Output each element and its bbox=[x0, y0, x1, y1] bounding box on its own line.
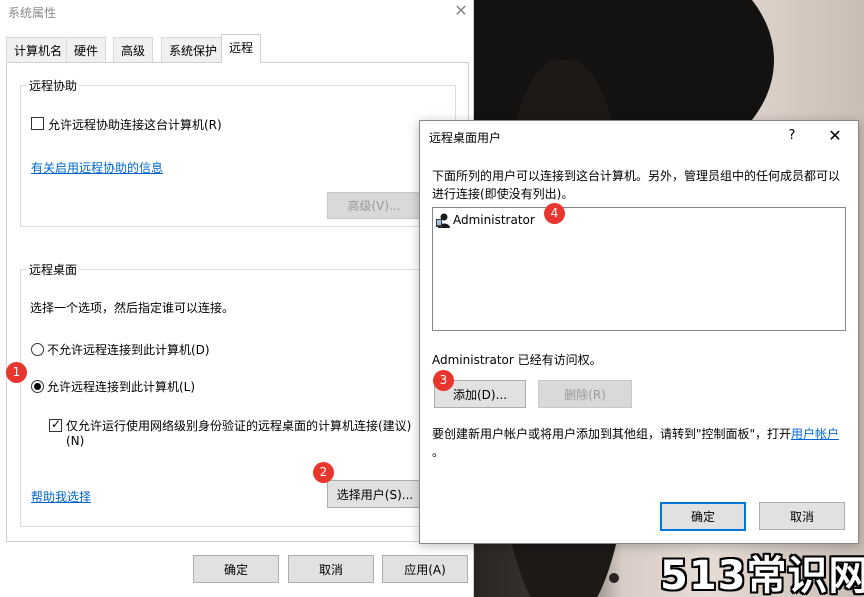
remote-assistance-label: 远程协助 bbox=[27, 77, 80, 94]
photo-detail bbox=[609, 573, 619, 583]
dialog-description: 下面所列的用户可以连接到这台计算机。另外，管理员组中的任何成员都可以进行连接(即… bbox=[432, 169, 841, 201]
deny-remote-label[interactable]: 不允许远程连接到此计算机(D) bbox=[47, 341, 210, 358]
advanced-button[interactable]: 高级(V)... bbox=[327, 192, 421, 219]
annotation-badge-4: 4 bbox=[544, 203, 565, 224]
dialog-cancel-button[interactable]: 取消 bbox=[759, 502, 845, 530]
apply-button[interactable]: 应用(A) bbox=[382, 555, 468, 583]
dialog-ok-button[interactable]: 确定 bbox=[660, 502, 746, 531]
remove-button[interactable]: 删除(R) bbox=[538, 380, 632, 408]
user-list[interactable]: Administrator bbox=[432, 207, 846, 331]
watermark: 513常识网 bbox=[660, 553, 864, 597]
help-icon[interactable]: ? bbox=[782, 126, 802, 146]
tab-remote[interactable]: 远程 bbox=[221, 34, 262, 63]
system-properties-window: 系统属性 ✕ 计算机名 硬件 高级 系统保护 远程 远程协助 允许远程协助连接这… bbox=[0, 0, 474, 597]
remote-desktop-label: 远程桌面 bbox=[27, 261, 80, 278]
control-panel-note: 要创建新用户帐户或将用户添加到其他组，请转到"控制面板"，打开用户帐户。 bbox=[432, 425, 848, 461]
ok-button[interactable]: 确定 bbox=[193, 555, 279, 583]
annotation-badge-3: 3 bbox=[433, 370, 454, 391]
note-text: 要创建新用户帐户或将用户添加到其他组，请转到"控制面板"，打开 bbox=[432, 427, 792, 441]
cancel-button[interactable]: 取消 bbox=[288, 555, 374, 583]
remote-tab-panel: 远程协助 允许远程协助连接这台计算机(R) 有关启用远程协助的信息 高级(V).… bbox=[6, 62, 469, 542]
user-accounts-link[interactable]: 用户帐户 bbox=[791, 427, 839, 441]
select-users-button[interactable]: 选择用户(S)... bbox=[327, 480, 423, 508]
allow-remote-radio[interactable] bbox=[31, 380, 44, 393]
nla-label-line1[interactable]: 仅允许运行使用网络级别身份验证的远程桌面的计算机连接(建议) bbox=[66, 417, 411, 434]
tab-hardware[interactable]: 硬件 bbox=[66, 37, 107, 62]
annotation-badge-1: 1 bbox=[6, 362, 27, 383]
allow-remote-assistance-label[interactable]: 允许远程协助连接这台计算机(R) bbox=[48, 116, 222, 133]
tab-computer-name[interactable]: 计算机名 bbox=[6, 37, 71, 62]
access-note: Administrator 已经有访问权。 bbox=[432, 353, 602, 367]
annotation-badge-2: 2 bbox=[313, 462, 334, 483]
remote-assistance-info-link[interactable]: 有关启用远程协助的信息 bbox=[31, 159, 163, 176]
remote-desktop-instruction: 选择一个选项，然后指定谁可以连接。 bbox=[30, 301, 235, 315]
nla-label-line2[interactable]: (N) bbox=[66, 434, 84, 448]
remote-desktop-users-dialog: 远程桌面用户 ? ✕ 下面所列的用户可以连接到这台计算机。另外，管理员组中的任何… bbox=[419, 120, 859, 544]
note-end: 。 bbox=[432, 445, 445, 459]
dialog-title: 远程桌面用户 bbox=[429, 131, 502, 145]
allow-remote-assistance-checkbox[interactable] bbox=[31, 117, 44, 130]
window-title: 系统属性 bbox=[8, 6, 57, 20]
deny-remote-radio[interactable] bbox=[31, 343, 44, 356]
tab-system-protection[interactable]: 系统保护 bbox=[161, 37, 226, 62]
close-icon[interactable]: ✕ bbox=[824, 126, 846, 146]
user-name: Administrator bbox=[453, 213, 535, 227]
nla-checkbox[interactable] bbox=[49, 417, 62, 432]
user-icon bbox=[435, 212, 451, 228]
allow-remote-label[interactable]: 允许远程连接到此计算机(L) bbox=[47, 378, 195, 395]
help-me-choose-link[interactable]: 帮助我选择 bbox=[31, 488, 91, 505]
close-icon[interactable]: ✕ bbox=[452, 2, 470, 20]
tab-advanced[interactable]: 高级 bbox=[113, 37, 154, 62]
list-item[interactable]: Administrator bbox=[435, 211, 535, 229]
